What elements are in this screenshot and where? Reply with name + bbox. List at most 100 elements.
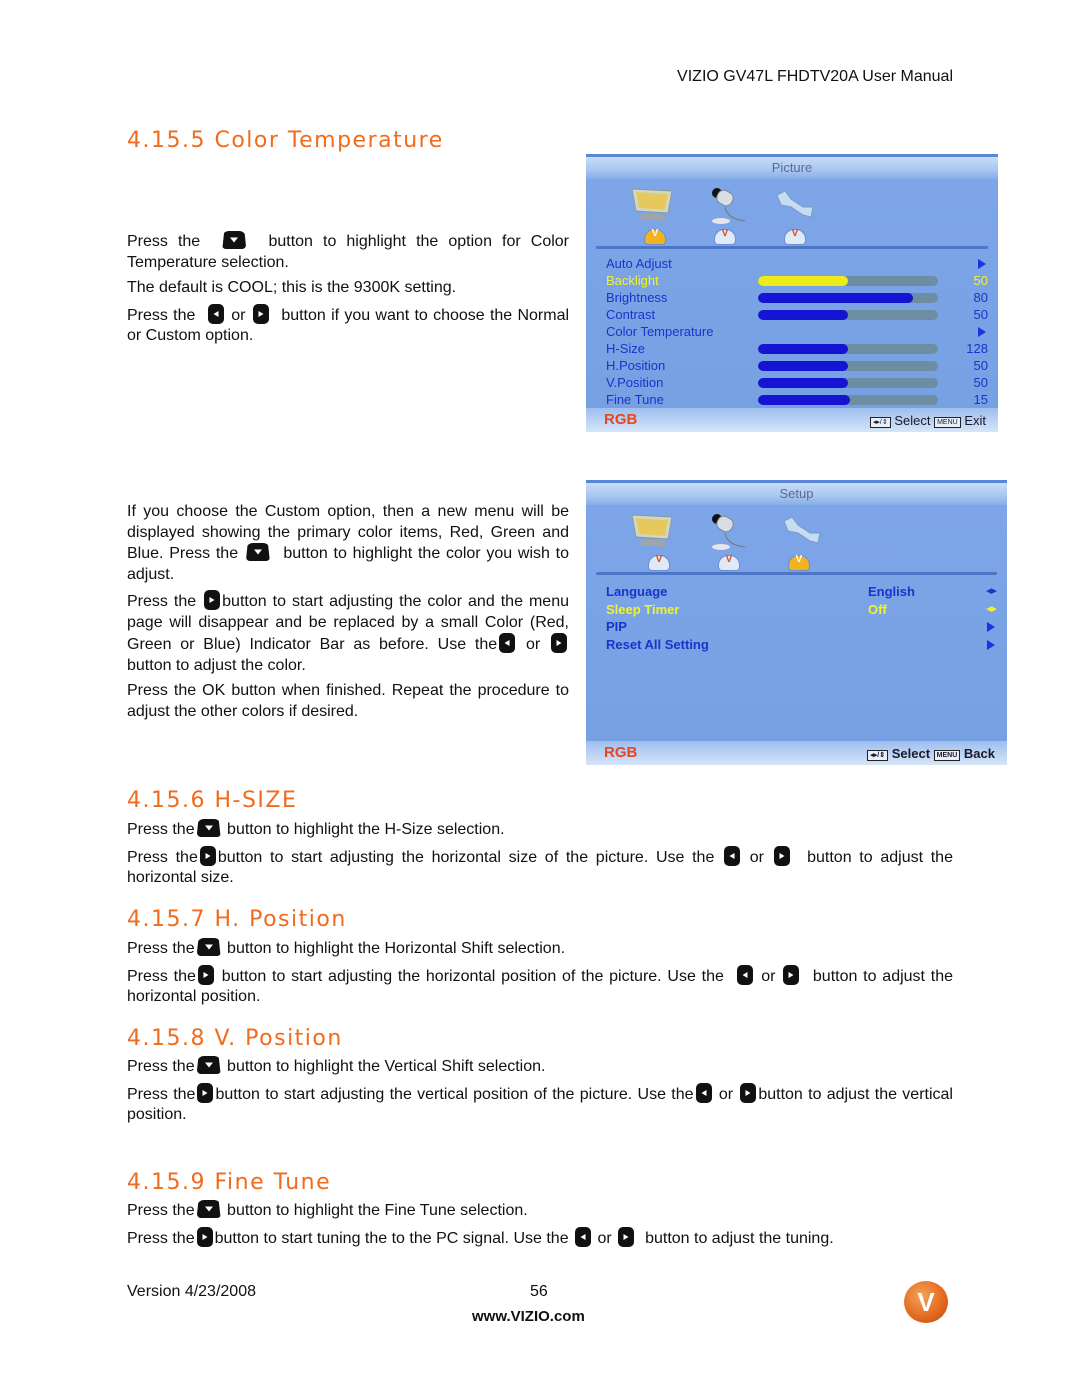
setup-menu-screenshot: Setup Language English ◂▸ Sleep Timer Off ◂▸ P… [586, 480, 1007, 765]
text: Press the [127, 306, 196, 324]
page-number: 56 [530, 1283, 548, 1300]
menu-item[interactable]: H-Size 128 [606, 340, 988, 357]
text: Press the [127, 821, 195, 838]
slider-fill [758, 395, 850, 405]
submenu-arrow-icon [978, 259, 986, 269]
heading-v-position: 4.15.8 V. Position [127, 1026, 343, 1051]
right-button-icon [197, 964, 214, 985]
left-button-icon [575, 1226, 592, 1247]
text: Press the [127, 1229, 195, 1247]
text: button to adjust the color. [127, 656, 306, 674]
right-button-icon [773, 845, 790, 866]
left-button-icon [724, 845, 741, 866]
left-button-icon [499, 633, 516, 653]
right-button-icon [618, 1226, 635, 1247]
right-button-icon [252, 303, 269, 324]
menu-item[interactable]: Language English ◂▸ [606, 583, 997, 600]
menu-item[interactable]: Auto Adjust [606, 255, 988, 272]
menu-item-label: PIP [606, 619, 627, 634]
menu-item[interactable]: Fine Tune 15 [606, 391, 988, 408]
text: Back [963, 746, 995, 761]
menu-item[interactable]: Reset All Setting [606, 636, 997, 653]
paragraph: Press the OK button when finished. Repea… [127, 682, 569, 720]
menu-item-value: 80 [973, 290, 988, 305]
text: button to highlight the Vertical Shift s… [227, 1058, 546, 1075]
text: button to start tuning the to the PC sig… [214, 1229, 569, 1247]
text: button to start adjusting the horizontal… [221, 967, 724, 985]
text: Select [894, 413, 931, 428]
paragraph: Press the button to start adjusting the … [127, 964, 953, 1008]
menu-item-label: Language [606, 584, 668, 599]
menu-key-icon: MENU [934, 417, 961, 428]
value-slider[interactable] [758, 310, 938, 320]
left-button-icon [207, 303, 224, 324]
value-slider[interactable] [758, 276, 938, 286]
menu-footer: RGB ◂▸/⇕ Select MENU Back [586, 741, 1007, 765]
value-slider[interactable] [758, 293, 938, 303]
menu-item[interactable]: PIP [606, 618, 997, 635]
left-right-arrows-icon: ◂▸ [985, 602, 997, 615]
right-button-icon [196, 1226, 213, 1247]
menu-item-label: Sleep Timer [606, 601, 680, 617]
menu-item[interactable]: Brightness 80 [606, 289, 988, 306]
menu-item[interactable]: Contrast 50 [606, 306, 988, 323]
audio-speaker-icon [712, 188, 746, 224]
menu-footer: RGB ◂▸/⇕ Select MENU Exit [586, 408, 998, 432]
heading-fine-tune: 4.15.9 Fine Tune [127, 1170, 332, 1195]
slider-fill [758, 378, 848, 388]
v-position-instructions: Press the button to highlight the Vertic… [127, 1056, 953, 1131]
menu-item[interactable]: Sleep Timer Off ◂▸ [606, 601, 997, 618]
menu-item[interactable]: V.Position 50 [606, 374, 988, 391]
slider-fill [758, 293, 913, 303]
value-slider[interactable] [758, 395, 938, 405]
value-slider[interactable] [758, 361, 938, 371]
text: button to adjust the tuning. [645, 1229, 834, 1247]
manual-header: VIZIO GV47L FHDTV20A User Manual [677, 68, 953, 85]
monitor-icon [631, 188, 673, 221]
menu-icons [586, 179, 998, 249]
paragraph: Press the button to highlight the H-Size… [127, 819, 953, 841]
h-position-instructions: Press the button to highlight the Horizo… [127, 938, 953, 1013]
submenu-arrow-icon [987, 622, 995, 632]
left-right-arrows-icon: ◂▸ [985, 585, 997, 597]
value-slider[interactable] [758, 344, 938, 354]
version-label: Version 4/23/2008 [127, 1283, 256, 1300]
menu-item-label: Backlight [606, 273, 659, 288]
paragraph: Press the button to highlight the Vertic… [127, 1056, 953, 1078]
audio-tab [714, 228, 736, 245]
audio-speaker-icon [712, 514, 746, 550]
right-button-icon [783, 964, 800, 985]
value-slider[interactable] [758, 378, 938, 388]
paragraph: Press the button to start adjusting the h… [127, 845, 953, 889]
text: button to highlight the Horizontal Shift… [227, 940, 566, 957]
website-link[interactable]: www.VIZIO.com [472, 1308, 585, 1325]
text: or [761, 967, 776, 985]
menu-key-icon: MENU [933, 750, 961, 761]
paragraph: Press the button to highlight the Horizo… [127, 938, 953, 960]
nav-keys-icon: ◂▸/⇕ [867, 750, 889, 761]
text: Press the [127, 940, 195, 957]
setup-tab [784, 228, 806, 245]
menu-item[interactable]: Backlight 50 [606, 272, 988, 289]
text: or [525, 636, 541, 653]
slider-fill [758, 344, 848, 354]
text: Press the [127, 1085, 196, 1103]
menu-item[interactable]: Color Temperature [606, 323, 988, 340]
nav-keys-icon: ◂▸/⇕ [869, 417, 891, 428]
source-label: RGB [604, 411, 638, 428]
text: Press the [127, 593, 197, 610]
menu-icons [586, 505, 1007, 575]
paragraph: Press the button to highlight the option… [127, 231, 569, 273]
right-button-icon [740, 1082, 757, 1103]
menu-item-value: Off [868, 601, 887, 617]
text: Press the [127, 1202, 195, 1219]
text: Press the [127, 1058, 195, 1075]
menu-item[interactable]: H.Position 50 [606, 357, 988, 374]
monitor-icon [631, 514, 673, 547]
text: Press the [127, 233, 201, 250]
down-button-icon [196, 819, 221, 837]
down-button-icon [222, 231, 247, 249]
heading-h-position: 4.15.7 H. Position [127, 907, 347, 932]
right-button-icon [199, 845, 216, 866]
down-button-icon [196, 1056, 221, 1074]
